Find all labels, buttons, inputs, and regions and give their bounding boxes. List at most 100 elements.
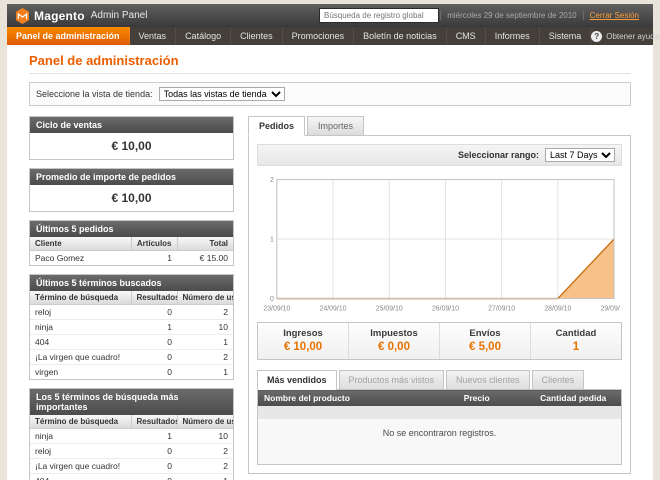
current-date: miércoles 29 de septiembre de 2010: [440, 11, 582, 20]
dashboard-main: Pedidos Importes Seleccionar rango: Last…: [248, 116, 631, 474]
lifetime-sales-card: Ciclo de ventas € 10,00: [29, 116, 234, 160]
orders-chart: 01223/09/1024/09/1025/09/1026/09/1027/09…: [259, 174, 620, 314]
nav-item-promociones[interactable]: Promociones: [283, 27, 355, 45]
table-row[interactable]: virgen01: [30, 365, 233, 380]
store-view-select[interactable]: Todas las vistas de tienda: [159, 87, 285, 101]
card-title: Ciclo de ventas: [30, 117, 233, 133]
tab-nuevos-clientes[interactable]: Nuevos clientes: [446, 370, 530, 390]
table-row[interactable]: 40401: [30, 335, 233, 350]
sidebar-reports: Ciclo de ventas € 10,00 Promedio de impo…: [29, 116, 234, 480]
page-title: Panel de administración: [29, 53, 631, 74]
table-cell: 1: [131, 429, 177, 444]
column-header: Artículos: [131, 237, 177, 251]
logo-text: Magento: [34, 9, 85, 23]
magento-admin-page: Magento Admin Panel Accedió como aparo m…: [7, 4, 653, 480]
table-cell: € 15.00: [177, 251, 233, 266]
column-header: Término de búsqueda: [30, 291, 131, 305]
nav-item-cms[interactable]: CMS: [447, 27, 486, 45]
tab-pedidos[interactable]: Pedidos: [248, 116, 305, 136]
range-select[interactable]: Last 7 Days: [545, 148, 615, 162]
empty-records-message: No se encontraron registros.: [258, 406, 622, 465]
help-link[interactable]: ? Obtener ayuda para esta página: [591, 27, 660, 45]
svg-text:0: 0: [270, 296, 274, 303]
table-cell: 1: [131, 251, 177, 266]
logout-link[interactable]: Cerrar Sesión: [590, 11, 639, 20]
svg-text:23/09/10: 23/09/10: [263, 305, 290, 312]
last-orders-table: ClienteArtículosTotalPaco Gomez1€ 15.00: [30, 237, 233, 265]
average-orders-value: € 10,00: [30, 185, 233, 211]
table-cell: ¡La virgen que cuadro!: [30, 459, 131, 474]
column-header: Número de usos: [177, 291, 233, 305]
nav-item-boletin[interactable]: Boletín de noticias: [354, 27, 447, 45]
products-grid: Nombre del producto Precio Cantidad pedi…: [257, 389, 622, 465]
table-cell: 0: [131, 350, 177, 365]
nav-item-catalogo[interactable]: Catálogo: [176, 27, 231, 45]
help-icon: ?: [591, 31, 602, 42]
table-cell: virgen: [30, 365, 131, 380]
store-view-label: Seleccione la vista de tienda:: [36, 89, 153, 99]
table-row[interactable]: ¡La virgen que cuadro!02: [30, 459, 233, 474]
diagram-tabs: Pedidos Importes: [248, 116, 631, 136]
table-row[interactable]: reloj02: [30, 444, 233, 459]
last-search-terms-card: Últimos 5 términos buscados Término de b…: [29, 274, 234, 380]
total-envios: Envíos € 5,00: [439, 323, 530, 359]
grid-header-row: Nombre del producto Precio Cantidad pedi…: [258, 390, 622, 407]
nav-item-informes[interactable]: Informes: [486, 27, 540, 45]
svg-text:2: 2: [270, 177, 274, 184]
nav-item-sistema[interactable]: Sistema: [540, 27, 592, 45]
table-cell: 1: [131, 320, 177, 335]
table-row[interactable]: ¡La virgen que cuadro!02: [30, 350, 233, 365]
table-row[interactable]: reloj02: [30, 305, 233, 320]
magento-logo-icon: [15, 8, 30, 24]
table-cell: 0: [131, 474, 177, 480]
table-cell: 2: [177, 305, 233, 320]
global-search-input[interactable]: [319, 8, 439, 23]
last-search-terms-table: Término de búsquedaResultadosNúmero de u…: [30, 291, 233, 379]
table-cell: ¡La virgen que cuadro!: [30, 350, 131, 365]
table-row[interactable]: Paco Gomez1€ 15.00: [30, 251, 233, 266]
svg-text:26/09/10: 26/09/10: [432, 305, 459, 312]
app-header: Magento Admin Panel Accedió como aparo m…: [7, 4, 653, 27]
table-cell: 1: [177, 335, 233, 350]
total-value: € 10,00: [258, 341, 348, 353]
total-impuestos: Impuestos € 0,00: [348, 323, 439, 359]
totals-bar: Ingresos € 10,00 Impuestos € 0,00 Envíos…: [257, 322, 622, 360]
lifetime-sales-value: € 10,00: [30, 133, 233, 159]
column-header: Resultados: [131, 415, 177, 429]
tab-clientes[interactable]: Clientes: [532, 370, 585, 390]
table-cell: 0: [131, 335, 177, 350]
total-value: € 5,00: [440, 341, 530, 353]
nav-item-ventas[interactable]: Ventas: [130, 27, 177, 45]
total-cantidad: Cantidad 1: [530, 323, 621, 359]
card-title: Los 5 términos de búsqueda más important…: [30, 389, 233, 415]
svg-text:28/09/10: 28/09/10: [544, 305, 571, 312]
tab-productos-mas-vistos[interactable]: Productos más vistos: [339, 370, 445, 390]
table-cell: 2: [177, 444, 233, 459]
nav-item-clientes[interactable]: Clientes: [231, 27, 283, 45]
store-view-switcher: Seleccione la vista de tienda: Todas las…: [29, 82, 631, 106]
table-cell: 1: [177, 474, 233, 480]
total-label: Ingresos: [258, 328, 348, 339]
table-cell: 10: [177, 429, 233, 444]
range-toolbar: Seleccionar rango: Last 7 Days: [257, 144, 622, 166]
tab-importes[interactable]: Importes: [307, 116, 364, 136]
table-row[interactable]: 40401: [30, 474, 233, 480]
tab-mas-vendidos[interactable]: Más vendidos: [257, 370, 337, 390]
column-header: Cliente: [30, 237, 131, 251]
average-orders-card: Promedio de importe de pedidos € 10,00: [29, 168, 234, 212]
table-cell: reloj: [30, 444, 131, 459]
total-label: Envíos: [440, 328, 530, 339]
table-cell: 404: [30, 335, 131, 350]
table-header-row: ClienteArtículosTotal: [30, 237, 233, 251]
table-cell: 404: [30, 474, 131, 480]
table-cell: 0: [131, 305, 177, 320]
table-row[interactable]: ninja110: [30, 429, 233, 444]
table-cell: 2: [177, 459, 233, 474]
svg-text:1: 1: [270, 237, 274, 244]
column-header: Número de usos: [177, 415, 233, 429]
table-header-row: Término de búsquedaResultadosNúmero de u…: [30, 291, 233, 305]
table-cell: Paco Gomez: [30, 251, 131, 266]
range-label: Seleccionar rango:: [458, 150, 539, 160]
table-row[interactable]: ninja110: [30, 320, 233, 335]
nav-item-dashboard[interactable]: Panel de administración: [7, 27, 130, 45]
